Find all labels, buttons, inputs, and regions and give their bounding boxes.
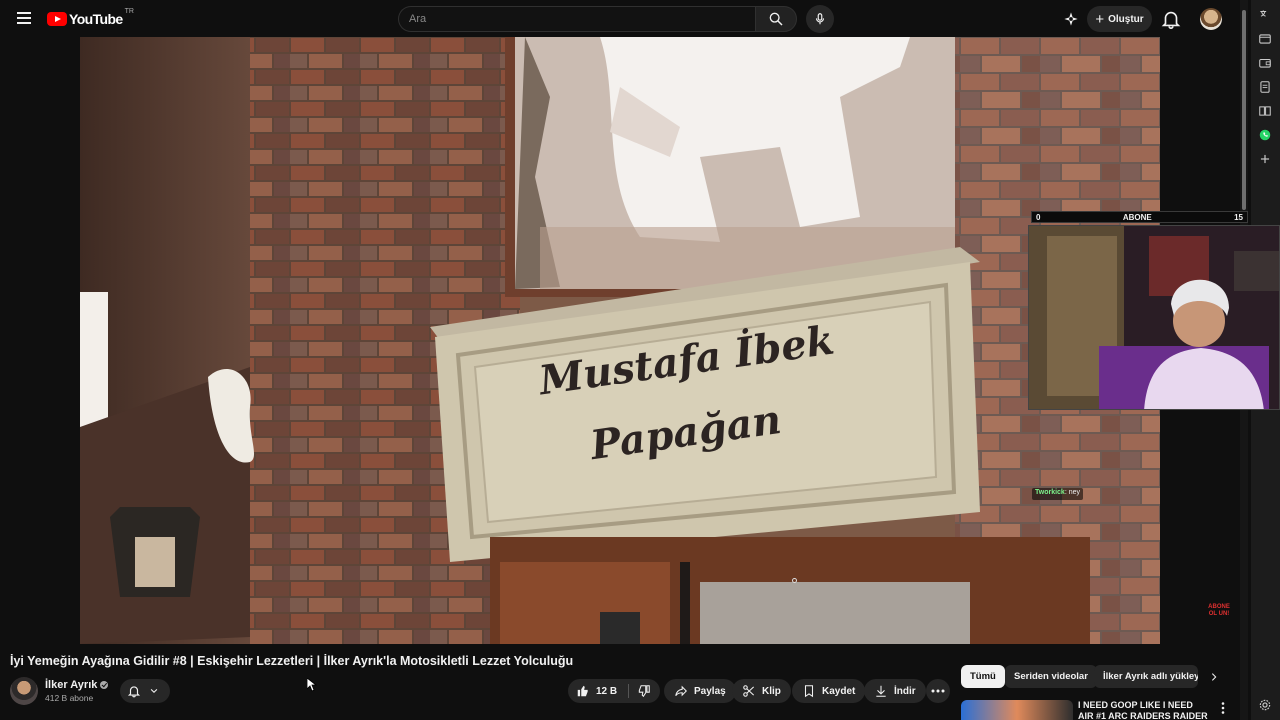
more-horizontal-icon — [931, 689, 945, 693]
create-label: Oluştur — [1108, 13, 1144, 25]
add-sidebar-icon[interactable] — [1258, 152, 1272, 166]
notifications-button[interactable] — [1160, 8, 1182, 30]
subscribe-badge-line-1: ABONE — [1208, 604, 1230, 610]
clip-label: Klip — [762, 685, 781, 697]
share-icon — [675, 685, 687, 697]
subscription-notifications-button[interactable] — [120, 679, 170, 703]
video-player[interactable]: Mustafa İbek Papağan — [80, 37, 1160, 644]
chevron-right-icon — [1211, 672, 1217, 681]
translate-icon[interactable] — [1258, 8, 1272, 22]
save-label: Kaydet — [822, 685, 856, 697]
search-input[interactable] — [399, 7, 755, 31]
video-title: İyi Yemeğin Ayağına Gidilir #8 | Eskişeh… — [10, 654, 574, 668]
clip-button[interactable]: Klip — [732, 679, 791, 703]
like-dislike-group: 12 B — [568, 679, 660, 703]
video-frame — [80, 37, 1160, 644]
recommended-video-title[interactable]: I NEED GOOP LIKE I NEED AIR #1 ARC RAIDE… — [1078, 700, 1208, 720]
more-vertical-icon — [1221, 702, 1225, 714]
menu-icon[interactable] — [12, 9, 36, 29]
chat-message: Tworkick: ney — [1032, 488, 1084, 500]
channel-avatar[interactable] — [10, 677, 38, 705]
goal-end-count: 15 — [1234, 212, 1243, 222]
logo-text: YouTube — [69, 11, 123, 27]
create-button[interactable]: + Oluştur — [1087, 6, 1152, 32]
save-button[interactable]: Kaydet — [792, 679, 866, 703]
search-box — [398, 6, 755, 32]
notes-icon[interactable] — [1258, 80, 1272, 94]
chat-text: : ney — [1064, 489, 1081, 496]
chips-next-button[interactable] — [1203, 665, 1225, 688]
sidebar-settings[interactable] — [1258, 698, 1272, 712]
extension-button[interactable] — [1061, 9, 1081, 29]
player-center-dot — [792, 578, 797, 583]
subscribe-badge: ABONE OL UN! — [1204, 604, 1234, 618]
chip-all[interactable]: Tümü — [961, 665, 1005, 688]
download-button[interactable]: İndir — [864, 679, 926, 703]
share-button[interactable]: Paylaş — [664, 679, 736, 703]
goal-label: ABONE — [1122, 212, 1152, 222]
gear-icon — [1259, 699, 1271, 711]
scissors-icon — [743, 685, 755, 697]
whatsapp-icon[interactable] — [1258, 128, 1272, 142]
masthead: YouTube TR + Oluştur — [0, 0, 1242, 37]
like-count: 12 B — [596, 685, 618, 697]
recommended-video-menu[interactable] — [1216, 701, 1230, 715]
chip-channel-uploads[interactable]: İlker Ayrık adlı yükleyi — [1094, 665, 1198, 688]
dislike-button[interactable] — [630, 679, 660, 703]
youtube-logo[interactable]: YouTube TR — [47, 8, 134, 28]
subscriber-goal-bar: 0 ABONE 15 — [1031, 211, 1248, 223]
account-avatar[interactable] — [1200, 8, 1222, 30]
subscriber-count: 412 B abone — [45, 693, 94, 703]
search-icon — [769, 12, 783, 26]
mouse-cursor-icon — [307, 678, 317, 692]
thumbs-down-icon — [638, 685, 650, 698]
subscribe-badge-line-2: OL UN! — [1208, 611, 1230, 617]
window-icon[interactable] — [1258, 32, 1272, 46]
wallet-icon[interactable] — [1258, 56, 1272, 70]
webcam-frame — [1029, 226, 1279, 409]
search-button[interactable] — [755, 6, 797, 32]
more-actions-button[interactable] — [926, 679, 950, 703]
recommended-video-thumbnail[interactable] — [961, 700, 1073, 720]
streamer-webcam — [1028, 225, 1280, 410]
thumbs-up-icon — [577, 685, 588, 697]
goal-start-count: 0 — [1036, 212, 1041, 222]
channel-name-text: İlker Ayrık — [45, 679, 98, 691]
sparkle-icon — [1064, 12, 1078, 26]
logo-country-code: TR — [124, 8, 134, 15]
bell-icon — [127, 686, 141, 698]
download-label: İndir — [894, 685, 916, 697]
like-separator — [628, 684, 629, 698]
download-icon — [876, 685, 886, 697]
scrollbar-thumb[interactable] — [1242, 10, 1246, 210]
chat-username: Tworkick — [1035, 489, 1065, 496]
bell-icon — [1161, 11, 1181, 29]
like-button[interactable]: 12 B — [568, 679, 626, 703]
chip-series-videos[interactable]: Seriden videolar — [1005, 665, 1097, 688]
plus-icon: + — [1095, 10, 1105, 28]
chevron-down-icon — [150, 688, 158, 693]
bookmark-icon — [804, 685, 814, 698]
youtube-play-icon — [47, 12, 67, 26]
channel-name[interactable]: İlker Ayrık — [45, 679, 109, 691]
reading-list-icon[interactable] — [1258, 104, 1272, 118]
share-label: Paylaş — [694, 685, 726, 697]
microphone-icon — [815, 13, 825, 25]
voice-search-button[interactable] — [806, 5, 834, 33]
verified-icon — [100, 681, 109, 690]
